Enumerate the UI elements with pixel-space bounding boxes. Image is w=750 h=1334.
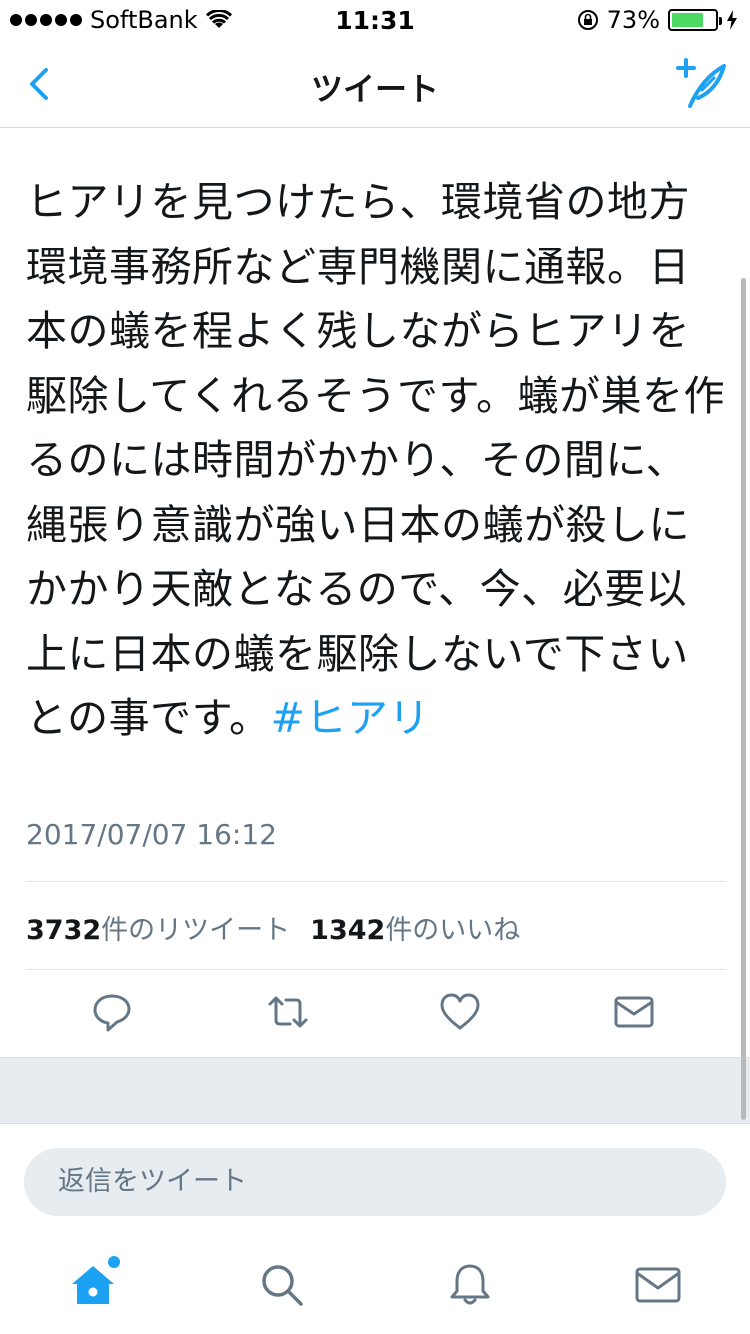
search-icon xyxy=(262,1265,303,1306)
like-stat[interactable]: 1342件のいいね xyxy=(310,908,520,947)
reply-button[interactable] xyxy=(90,990,134,1034)
like-label: 件のいいね xyxy=(385,915,521,946)
tweet-body: ヒアリを見つけたら、環境省の地方環境事務所など専門機関に通報。日本の蟻を程よく残… xyxy=(26,178,725,742)
like-button[interactable] xyxy=(438,990,482,1034)
status-right: 73% xyxy=(577,6,738,34)
direct-message-button[interactable] xyxy=(612,990,656,1034)
heart-icon xyxy=(440,993,480,1030)
hashtag-link[interactable]: #ヒアリ xyxy=(271,694,430,742)
tweet-detail-screen: SoftBank 11:31 73% ツイート ヒアリを見つけたら、環境省の地方… xyxy=(0,0,750,1334)
tweet-text: ヒアリを見つけたら、環境省の地方環境事務所など専門機関に通報。日本の蟻を程よく残… xyxy=(26,170,726,751)
retweet-icon xyxy=(268,996,308,1028)
charging-bolt-icon xyxy=(727,10,737,30)
tweet-stats: 3732件のリツイート 1342件のいいね xyxy=(26,908,520,947)
scrollbar[interactable] xyxy=(741,278,746,1120)
tab-notifications[interactable] xyxy=(445,1260,495,1310)
retweet-label: 件のリツイート xyxy=(101,915,291,946)
separator-band xyxy=(0,1057,750,1124)
tab-search[interactable] xyxy=(257,1260,307,1310)
page-title: ツイート xyxy=(310,70,439,108)
rotation-lock-icon xyxy=(577,10,598,30)
tab-bar xyxy=(0,1240,750,1334)
envelope-icon xyxy=(635,1267,681,1303)
reply-input[interactable]: 返信をツイート xyxy=(24,1148,726,1216)
battery-percent: 73% xyxy=(606,6,660,34)
divider xyxy=(26,969,726,970)
bell-icon xyxy=(450,1264,490,1305)
tab-messages[interactable] xyxy=(633,1260,683,1310)
navigation-bar: ツイート xyxy=(0,40,750,128)
retweet-count: 3732 xyxy=(26,915,102,946)
home-icon xyxy=(72,1266,114,1304)
retweet-button[interactable] xyxy=(266,990,310,1034)
tweet-actions xyxy=(0,990,750,1036)
status-bar: SoftBank 11:31 73% xyxy=(0,0,750,40)
compose-tweet-icon[interactable] xyxy=(674,56,730,112)
home-badge xyxy=(108,1256,120,1268)
battery-level xyxy=(672,13,703,27)
like-count: 1342 xyxy=(310,915,386,946)
tweet-timestamp: 2017/07/07 16:12 xyxy=(26,818,277,851)
reply-icon xyxy=(93,994,131,1032)
envelope-icon xyxy=(614,996,654,1028)
tab-home[interactable] xyxy=(68,1256,120,1310)
retweet-stat[interactable]: 3732件のリツイート xyxy=(26,908,290,947)
battery-icon xyxy=(668,9,722,31)
divider xyxy=(26,881,726,882)
